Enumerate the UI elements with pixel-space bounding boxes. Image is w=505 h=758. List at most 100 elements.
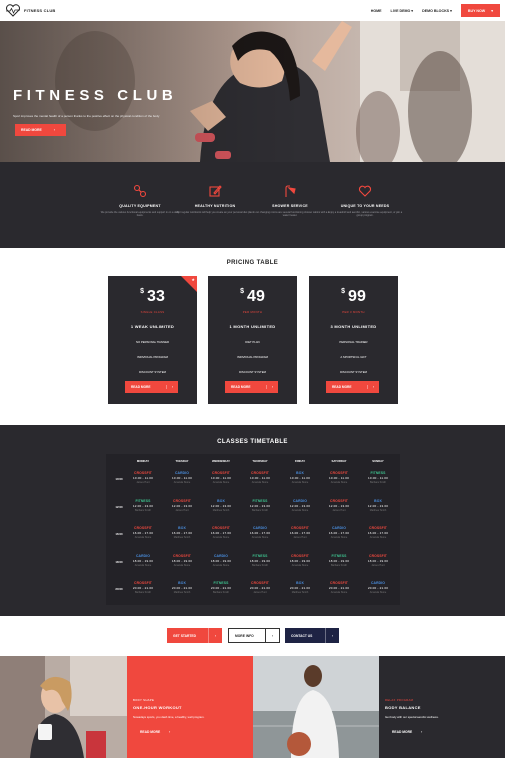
nav-demo-blocks-link[interactable]: DEMO BLOCKS ▾ xyxy=(422,9,452,13)
class-time: 16.00 - 17.00 xyxy=(171,531,193,535)
timetable-class-cell[interactable]: CROSSFIT 10.00 - 11.00 Amanda Stone xyxy=(201,471,241,484)
class-trainer: Amanda Stone xyxy=(369,536,387,539)
plan-feature: DISCOUNT SYSTEM xyxy=(340,370,367,374)
timetable-class-cell[interactable]: FITNESS 20.00 - 21.00 Barbara Smith xyxy=(201,581,241,594)
nav-live-demo-link[interactable]: LIVE DEMO ▾ xyxy=(391,9,414,13)
class-time: 20.00 - 21.00 xyxy=(132,586,154,590)
get-started-button[interactable]: GET STARTED › xyxy=(167,628,222,643)
timetable-class-cell[interactable]: FITNESS 10.00 - 11.00 Barbara Smith xyxy=(358,471,398,484)
timetable-class-cell[interactable]: BOX 16.00 - 17.00 Matthew Smith xyxy=(162,526,202,539)
plan-read-more-button[interactable]: READ MORE › xyxy=(326,381,379,393)
timetable-class-cell[interactable]: CROSSFIT 12.00 - 13.00 James Hunt xyxy=(162,499,202,512)
timetable-class-cell[interactable]: CROSSFIT 16.00 - 17.00 Amanda Stone xyxy=(201,526,241,539)
class-time: 18.00 - 19.00 xyxy=(367,559,389,563)
currency-symbol: $ xyxy=(140,288,145,295)
timetable-class-cell[interactable]: FITNESS 12.00 - 13.00 Barbara Smith xyxy=(123,499,163,512)
plan-feature: PERSONAL TRAINER xyxy=(339,340,368,344)
promo-label: BODY SHAPE xyxy=(133,698,155,702)
timetable-class-cell[interactable]: CARDIO 18.00 - 19.00 Amanda Stone xyxy=(123,554,163,567)
timetable-class-cell[interactable]: CROSSFIT 18.00 - 19.00 Amanda Stone xyxy=(280,554,320,567)
hero-read-more-button[interactable]: READ MORE › xyxy=(15,124,66,136)
promo-section: BODY SHAPE ONE-HOUR WORKOUT Nowadays spo… xyxy=(0,656,505,758)
plan-feature: INDIVIDUAL PROGRAM xyxy=(137,355,168,359)
timetable-class-cell[interactable]: FITNESS 18.00 - 19.00 Barbara Smith xyxy=(319,554,359,567)
class-trainer: James Hunt xyxy=(293,536,307,539)
timetable-day-header: TUESDAY xyxy=(175,459,189,463)
buy-now-button[interactable]: BUY NOW ▾ xyxy=(460,4,500,17)
timetable-class-cell[interactable]: CROSSFIT 20.00 - 21.00 Amanda Stone xyxy=(319,581,359,594)
more-info-button[interactable]: MORE INFO › xyxy=(228,628,280,643)
class-name: FITNESS xyxy=(252,554,268,558)
timetable-class-cell[interactable]: CARDIO 16.00 - 17.00 Amanda Stone xyxy=(319,526,359,539)
class-time: 10.00 - 11.00 xyxy=(210,476,232,480)
class-name: CROSSFIT xyxy=(212,471,230,475)
plan-name: 1 MONTH UNLIMITED xyxy=(229,324,276,329)
class-name: CROSSFIT xyxy=(330,581,348,585)
timetable-class-cell[interactable]: BOX 20.00 - 21.00 Matthew Smith xyxy=(280,581,320,594)
timetable-class-cell[interactable]: CROSSFIT 20.00 - 21.00 James Hunt xyxy=(240,581,280,594)
plan-feature: INDIVIDUAL PROGRAM xyxy=(237,355,268,359)
feature-title: UNIQUE TO YOUR NEEDS xyxy=(340,204,390,208)
class-name: CROSSFIT xyxy=(369,554,387,558)
promo-title: ONE-HOUR WORKOUT xyxy=(133,705,182,710)
chevron-down-icon: ▾ xyxy=(450,8,452,13)
timetable-class-cell[interactable]: CROSSFIT 20.00 - 21.00 Barbara Smith xyxy=(123,581,163,594)
buy-now-label: BUY NOW xyxy=(467,8,486,13)
arrow-right-icon: › xyxy=(421,730,423,734)
hero-section: FITNESS CLUB Sport improves the mental h… xyxy=(0,21,505,162)
star-icon: ★ xyxy=(191,277,195,282)
class-name: CARDIO xyxy=(136,554,150,558)
timetable-class-cell[interactable]: CROSSFIT 18.00 - 19.00 Amanda Stone xyxy=(162,554,202,567)
timetable-class-cell[interactable]: CARDIO 16.00 - 17.00 Amanda Stone xyxy=(240,526,280,539)
timetable-class-cell[interactable]: CROSSFIT 16.00 - 17.00 James Hunt xyxy=(280,526,320,539)
hero-title: FITNESS CLUB xyxy=(13,87,178,104)
timetable-class-cell[interactable]: BOX 12.00 - 13.00 Matthew Smith xyxy=(201,499,241,512)
nav-home-link[interactable]: HOME xyxy=(371,9,382,13)
class-time: 16.00 - 17.00 xyxy=(132,531,154,535)
class-name: CARDIO xyxy=(214,554,228,558)
plan-read-more-button[interactable]: READ MORE › xyxy=(225,381,278,393)
timetable-class-cell[interactable]: BOX 20.00 - 21.00 Matthew Smith xyxy=(162,581,202,594)
timetable-class-cell[interactable]: CARDIO 20.00 - 21.00 Amanda Stone xyxy=(358,581,398,594)
promo-read-more-label: READ MORE xyxy=(140,730,161,734)
timetable-class-cell[interactable]: CARDIO 12.00 - 13.00 Amanda Stone xyxy=(280,499,320,512)
class-time: 20.00 - 21.00 xyxy=(367,586,389,590)
more-info-label: MORE INFO xyxy=(235,633,254,638)
timetable-class-cell[interactable]: CARDIO 10.00 - 11.00 Amanda Stone xyxy=(162,471,202,484)
chevron-down-icon: ▾ xyxy=(491,8,493,13)
timetable-class-cell[interactable]: FITNESS 18.00 - 19.00 Barbara Smith xyxy=(240,554,280,567)
class-trainer: Matthew Smith xyxy=(173,536,191,539)
feature-unique-needs: UNIQUE TO YOUR NEEDS Enjoy a treadmill a… xyxy=(325,184,405,218)
timetable-class-cell[interactable]: BOX 12.00 - 13.00 Matthew Smith xyxy=(358,499,398,512)
promo-read-more-button[interactable]: READ MORE › xyxy=(392,730,422,734)
plan-feature: A SPORTSFUL GIFT xyxy=(340,355,367,359)
class-trainer: Amanda Stone xyxy=(330,481,348,484)
timetable-class-cell[interactable]: CROSSFIT 10.00 - 11.00 James Hunt xyxy=(123,471,163,484)
class-time: 10.00 - 11.00 xyxy=(289,476,311,480)
plan-period: PER MONTH xyxy=(242,310,263,314)
class-trainer: Amanda Stone xyxy=(173,481,191,484)
timetable-class-cell[interactable]: FITNESS 12.00 - 13.00 Barbara Smith xyxy=(240,499,280,512)
cta-section: GET STARTED › MORE INFO › CONTACT US › xyxy=(0,616,505,656)
plan-price-value: 49 xyxy=(247,288,265,305)
plan-read-more-button[interactable]: READ MORE › xyxy=(125,381,178,393)
timetable-class-cell[interactable]: CARDIO 18.00 - 19.00 Amanda Stone xyxy=(201,554,241,567)
timetable-class-cell[interactable]: CROSSFIT 16.00 - 17.00 Amanda Stone xyxy=(358,526,398,539)
timetable-class-cell[interactable]: CROSSFIT 10.00 - 11.00 Amanda Stone xyxy=(319,471,359,484)
timetable-class-cell[interactable]: CROSSFIT 12.00 - 13.00 James Hunt xyxy=(319,499,359,512)
contact-us-button[interactable]: CONTACT US › xyxy=(285,628,339,643)
notepad-icon xyxy=(209,185,222,197)
class-time: 18.00 - 19.00 xyxy=(328,559,350,563)
arrow-right-icon: › xyxy=(325,628,339,643)
class-name: CROSSFIT xyxy=(291,554,309,558)
arrow-right-icon: › xyxy=(208,628,222,643)
plan-read-more-label: READ MORE xyxy=(332,385,352,389)
timetable-class-cell[interactable]: CROSSFIT 18.00 - 19.00 James Hunt xyxy=(358,554,398,567)
feature-title: QUALITY EQUIPMENT xyxy=(119,204,161,208)
timetable-class-cell[interactable]: CROSSFIT 16.00 - 17.00 Amanda Stone xyxy=(123,526,163,539)
timetable-class-cell[interactable]: CROSSFIT 10.00 - 11.00 Amanda Stone xyxy=(240,471,280,484)
promo-read-more-button[interactable]: READ MORE › xyxy=(140,730,170,734)
brand-logo[interactable]: FITNESS CLUB xyxy=(5,4,56,17)
class-name: CARDIO xyxy=(293,499,307,503)
timetable-class-cell[interactable]: BOX 10.00 - 11.00 Amanda Stone xyxy=(280,471,320,484)
